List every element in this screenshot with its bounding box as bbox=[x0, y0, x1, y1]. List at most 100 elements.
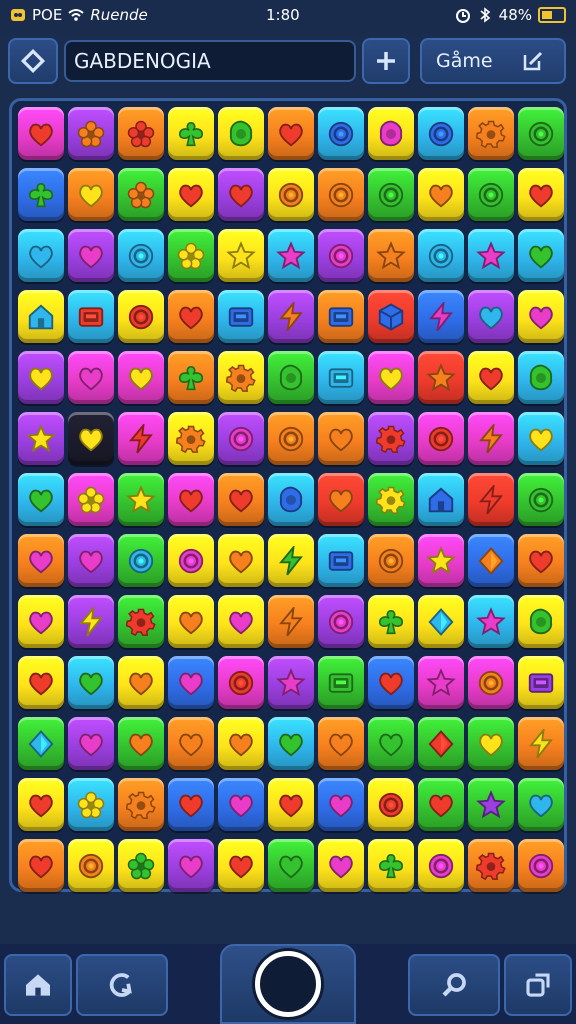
game-tile[interactable] bbox=[368, 412, 414, 465]
game-tile[interactable] bbox=[118, 229, 164, 282]
game-tile[interactable] bbox=[318, 229, 364, 282]
game-tile[interactable] bbox=[118, 717, 164, 770]
game-tile[interactable] bbox=[368, 290, 414, 343]
game-tile[interactable] bbox=[318, 656, 364, 709]
game-tile[interactable] bbox=[118, 290, 164, 343]
game-tile[interactable] bbox=[518, 717, 564, 770]
game-tile[interactable] bbox=[18, 107, 64, 160]
game-tile[interactable] bbox=[518, 290, 564, 343]
game-tile[interactable] bbox=[468, 595, 514, 648]
game-tile[interactable] bbox=[418, 229, 464, 282]
game-tile[interactable] bbox=[18, 412, 64, 465]
game-tile[interactable] bbox=[218, 107, 264, 160]
game-tile[interactable] bbox=[18, 351, 64, 404]
game-tile[interactable] bbox=[218, 534, 264, 587]
game-tile[interactable] bbox=[68, 351, 114, 404]
game-tile[interactable] bbox=[168, 107, 214, 160]
game-tile[interactable] bbox=[18, 229, 64, 282]
game-tile[interactable] bbox=[368, 534, 414, 587]
game-tile[interactable] bbox=[518, 595, 564, 648]
game-tile[interactable] bbox=[18, 534, 64, 587]
game-tile[interactable] bbox=[168, 656, 214, 709]
game-tile[interactable] bbox=[68, 107, 114, 160]
game-tile[interactable] bbox=[468, 229, 514, 282]
game-tile[interactable] bbox=[268, 229, 314, 282]
game-tile[interactable] bbox=[518, 168, 564, 221]
game-tile[interactable] bbox=[268, 351, 314, 404]
game-tile[interactable] bbox=[318, 412, 364, 465]
home-button[interactable] bbox=[4, 954, 72, 1016]
game-tile[interactable] bbox=[268, 290, 314, 343]
game-tile[interactable] bbox=[468, 656, 514, 709]
refresh-button[interactable] bbox=[76, 954, 168, 1016]
game-tile[interactable] bbox=[468, 168, 514, 221]
game-tile[interactable] bbox=[168, 351, 214, 404]
game-tile[interactable] bbox=[68, 229, 114, 282]
game-tile[interactable] bbox=[268, 168, 314, 221]
game-tile[interactable] bbox=[118, 534, 164, 587]
game-tile[interactable] bbox=[368, 351, 414, 404]
game-tile[interactable] bbox=[118, 778, 164, 831]
game-tile[interactable] bbox=[218, 168, 264, 221]
game-tile[interactable] bbox=[268, 473, 314, 526]
game-tile[interactable] bbox=[318, 534, 364, 587]
game-tile[interactable] bbox=[418, 595, 464, 648]
game-tile[interactable] bbox=[368, 839, 414, 892]
game-tile[interactable] bbox=[118, 168, 164, 221]
game-tile[interactable] bbox=[218, 351, 264, 404]
game-tile[interactable] bbox=[218, 656, 264, 709]
game-tile[interactable] bbox=[368, 473, 414, 526]
game-tile[interactable] bbox=[418, 534, 464, 587]
game-tile[interactable] bbox=[218, 412, 264, 465]
game-tile[interactable] bbox=[18, 473, 64, 526]
game-tile[interactable] bbox=[218, 290, 264, 343]
game-tile[interactable] bbox=[518, 412, 564, 465]
game-tile[interactable] bbox=[18, 168, 64, 221]
game-tile[interactable] bbox=[68, 412, 114, 465]
game-tile[interactable] bbox=[368, 717, 414, 770]
game-tile[interactable] bbox=[268, 778, 314, 831]
game-tile[interactable] bbox=[418, 351, 464, 404]
game-tile[interactable] bbox=[118, 412, 164, 465]
game-tile[interactable] bbox=[218, 473, 264, 526]
game-tile[interactable] bbox=[68, 595, 114, 648]
game-tile[interactable] bbox=[18, 595, 64, 648]
game-tile[interactable] bbox=[268, 656, 314, 709]
game-tile[interactable] bbox=[68, 839, 114, 892]
game-tile[interactable] bbox=[168, 534, 214, 587]
game-tile[interactable] bbox=[468, 107, 514, 160]
game-tile[interactable] bbox=[168, 473, 214, 526]
game-tile[interactable] bbox=[168, 839, 214, 892]
game-tile[interactable] bbox=[418, 107, 464, 160]
search-button[interactable] bbox=[408, 954, 500, 1016]
game-tile[interactable] bbox=[418, 717, 464, 770]
capture-button[interactable] bbox=[220, 944, 356, 1024]
game-tile[interactable] bbox=[118, 107, 164, 160]
game-tile[interactable] bbox=[368, 229, 414, 282]
game-tile[interactable] bbox=[468, 290, 514, 343]
game-tile[interactable] bbox=[68, 473, 114, 526]
game-tile[interactable] bbox=[418, 290, 464, 343]
game-tile[interactable] bbox=[118, 839, 164, 892]
game-tile[interactable] bbox=[468, 778, 514, 831]
game-tile[interactable] bbox=[318, 595, 364, 648]
game-tile[interactable] bbox=[368, 168, 414, 221]
game-tile[interactable] bbox=[518, 839, 564, 892]
game-tile[interactable] bbox=[218, 229, 264, 282]
game-tile[interactable] bbox=[518, 473, 564, 526]
game-tile[interactable] bbox=[18, 290, 64, 343]
game-tile[interactable] bbox=[318, 717, 364, 770]
game-tile[interactable] bbox=[318, 473, 364, 526]
game-tile[interactable] bbox=[318, 168, 364, 221]
game-tile[interactable] bbox=[168, 168, 214, 221]
game-tile[interactable] bbox=[218, 595, 264, 648]
game-tile[interactable] bbox=[368, 656, 414, 709]
game-tile[interactable] bbox=[468, 351, 514, 404]
game-tile[interactable] bbox=[168, 717, 214, 770]
game-tile[interactable] bbox=[418, 412, 464, 465]
game-tile[interactable] bbox=[68, 778, 114, 831]
game-tile[interactable] bbox=[18, 717, 64, 770]
game-tile[interactable] bbox=[518, 656, 564, 709]
game-button[interactable]: Gåme bbox=[420, 38, 566, 84]
game-tile[interactable] bbox=[68, 534, 114, 587]
